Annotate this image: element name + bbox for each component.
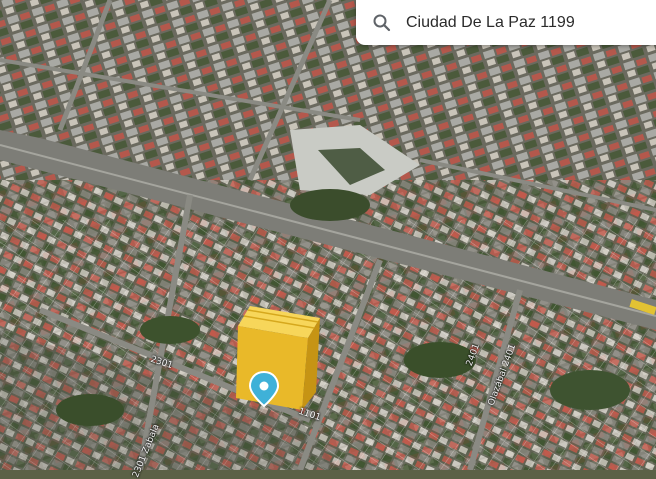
search-icon[interactable] bbox=[372, 13, 392, 33]
highlighted-building bbox=[236, 306, 320, 410]
search-box[interactable] bbox=[356, 0, 656, 45]
satellite-map[interactable] bbox=[0, 0, 656, 470]
search-input[interactable] bbox=[406, 13, 646, 32]
